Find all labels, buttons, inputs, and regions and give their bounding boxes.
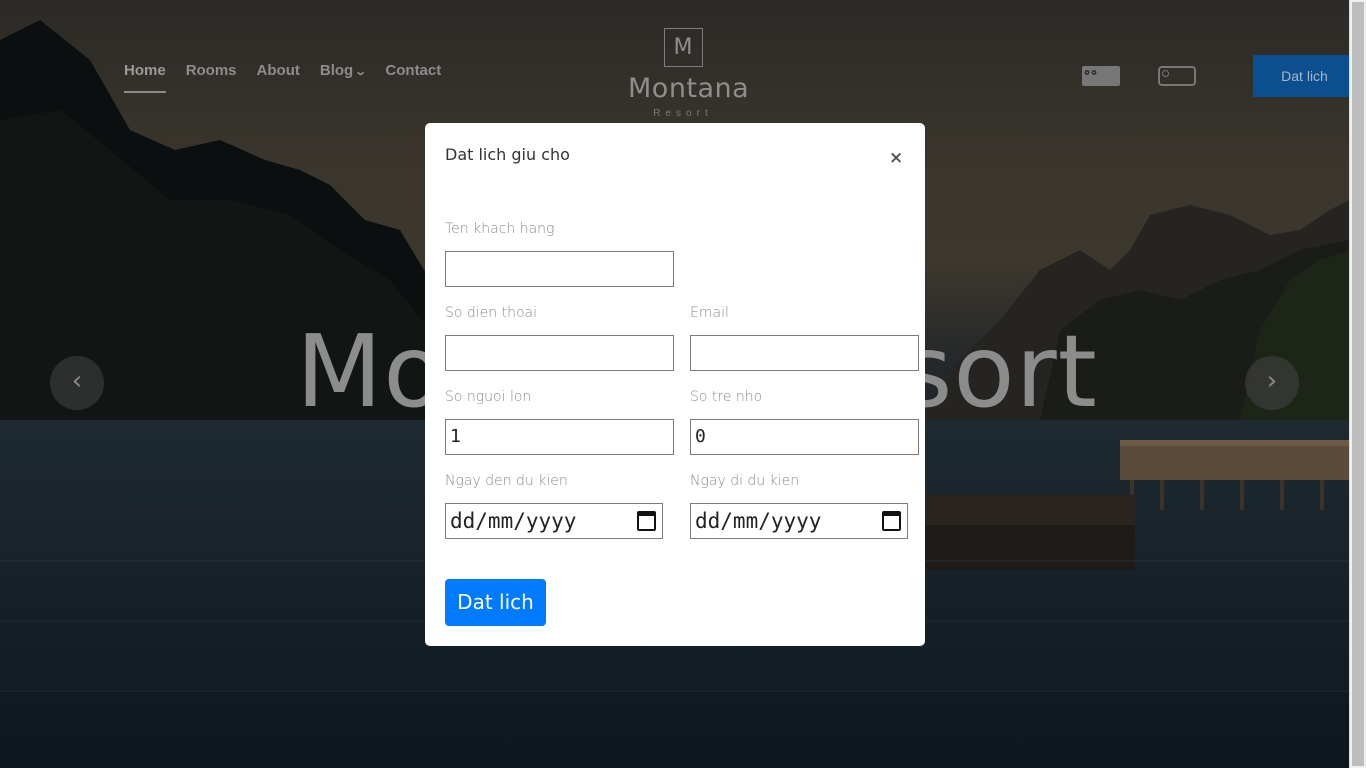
logo-name: Montana — [628, 73, 750, 104]
name-input[interactable] — [445, 251, 674, 287]
phone-input[interactable] — [445, 335, 674, 371]
calendar-icon[interactable] — [882, 511, 901, 531]
scrollbar-thumb[interactable] — [1352, 2, 1364, 766]
nav-item-blog[interactable]: Blog ⌄ — [319, 62, 368, 93]
page-scrollbar[interactable] — [1349, 0, 1366, 768]
departure-date-value: dd/mm/yyyy — [695, 509, 822, 533]
departure-label: Ngay di du kien — [690, 473, 800, 489]
carousel-next-arrow-icon[interactable]: › — [1245, 356, 1299, 410]
social-links: f — [1082, 66, 1234, 86]
children-input[interactable]: 0 — [690, 419, 919, 455]
logo-mark: M — [663, 28, 703, 67]
main-nav: Home Rooms About Blog ⌄ Contact — [124, 62, 441, 93]
modal-title: Dat lich giu cho — [445, 145, 570, 164]
calendar-icon[interactable] — [637, 511, 656, 531]
nav-item-home[interactable]: Home — [124, 62, 166, 93]
adults-input[interactable]: 1 — [445, 419, 674, 455]
email-input[interactable] — [690, 335, 919, 371]
arrival-label: Ngay den du kien — [445, 473, 568, 489]
tripadvisor-icon[interactable] — [1082, 66, 1234, 86]
instagram-icon[interactable] — [1158, 66, 1196, 86]
chevron-down-icon: ⌄ — [354, 66, 368, 78]
logo-subtitle: Resort — [653, 108, 713, 119]
twitter-icon[interactable] — [1082, 66, 1158, 86]
nav-item-blog-label: Blog — [319, 62, 354, 79]
nav-item-rooms[interactable]: Rooms — [186, 62, 237, 93]
adults-label: So nguoi lon — [445, 389, 532, 405]
phone-label: So dien thoai — [445, 305, 538, 321]
submit-booking-button[interactable]: Dat lich — [445, 579, 546, 626]
children-label: So tre nho — [690, 389, 763, 405]
nav-item-about[interactable]: About — [257, 62, 300, 93]
nav-item-contact[interactable]: Contact — [385, 62, 441, 93]
name-label: Ten khach hang — [445, 221, 555, 237]
header-book-button[interactable]: Dat lich — [1253, 55, 1349, 97]
site-logo[interactable]: M Montana Resort — [628, 28, 750, 119]
close-icon[interactable]: × — [889, 149, 903, 167]
email-label: Email — [690, 305, 729, 321]
departure-date-input[interactable]: dd/mm/yyyy — [690, 503, 908, 539]
booking-modal: Dat lich giu cho × Ten khach hang So die… — [425, 123, 925, 646]
arrival-date-input[interactable]: dd/mm/yyyy — [445, 503, 663, 539]
arrival-date-value: dd/mm/yyyy — [450, 509, 577, 533]
carousel-prev-arrow-icon[interactable]: ‹ — [50, 356, 104, 410]
